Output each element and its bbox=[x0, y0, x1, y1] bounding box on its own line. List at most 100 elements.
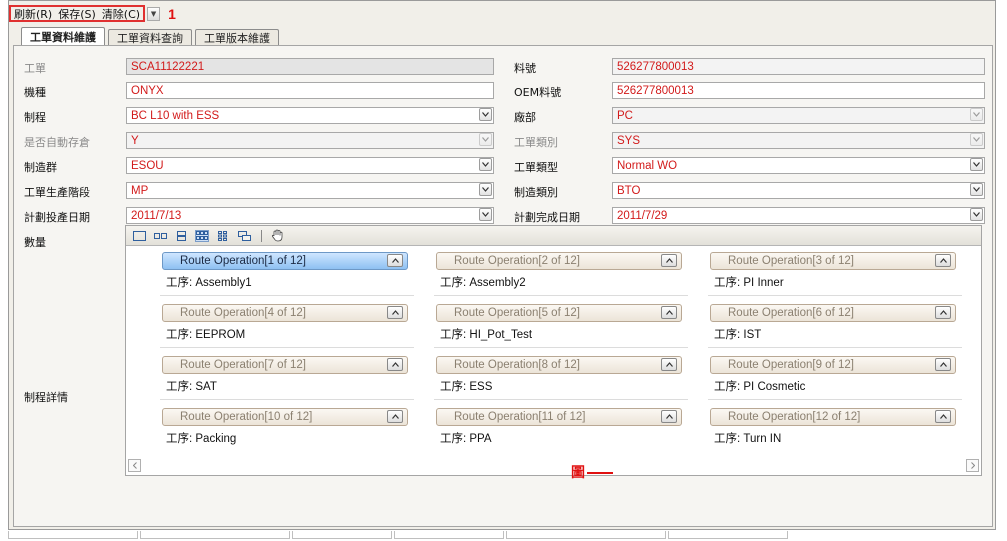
chevron-down-icon[interactable] bbox=[970, 183, 983, 196]
production-stage-select[interactable]: MP bbox=[126, 182, 494, 199]
route-operation-header[interactable]: Route Operation[8 of 12] bbox=[436, 356, 682, 374]
route-operation-header[interactable]: Route Operation[6 of 12] bbox=[710, 304, 956, 322]
route-operation-header[interactable]: Route Operation[3 of 12] bbox=[710, 252, 956, 270]
row-divider bbox=[708, 399, 962, 400]
factory-select[interactable]: PC bbox=[612, 107, 985, 124]
chevron-up-icon[interactable] bbox=[661, 306, 677, 319]
chevron-up-icon[interactable] bbox=[935, 358, 951, 371]
route-operation-header[interactable]: Route Operation[9 of 12] bbox=[710, 356, 956, 374]
route-operation-header[interactable]: Route Operation[10 of 12] bbox=[162, 408, 408, 426]
layout-grid-icon[interactable] bbox=[195, 229, 209, 242]
route-operation-card[interactable]: Route Operation[3 of 12] 工序: PI Inner bbox=[700, 247, 972, 299]
chevron-up-icon[interactable] bbox=[387, 306, 403, 319]
route-operation-card[interactable]: Route Operation[7 of 12] 工序: SAT bbox=[152, 351, 424, 403]
mfg-category-select[interactable]: BTO bbox=[612, 182, 985, 199]
route-operation-process: 工序: Packing bbox=[166, 433, 237, 445]
row-divider bbox=[160, 295, 414, 296]
route-operation-header[interactable]: Route Operation[7 of 12] bbox=[162, 356, 408, 374]
work-order-field[interactable]: SCA11122221 bbox=[126, 58, 494, 75]
route-operation-header[interactable]: Route Operation[2 of 12] bbox=[436, 252, 682, 270]
chevron-up-icon[interactable] bbox=[661, 358, 677, 371]
layout-tiles-icon[interactable] bbox=[216, 230, 230, 242]
auto-storage-label: 是否自動存倉 bbox=[24, 136, 90, 149]
horizontal-scrollbar[interactable] bbox=[128, 457, 979, 473]
route-operation-card[interactable]: Route Operation[4 of 12] 工序: EEPROM bbox=[152, 299, 424, 351]
chevron-up-icon[interactable] bbox=[661, 254, 677, 267]
route-operation-process: 工序: HI_Pot_Test bbox=[440, 329, 533, 341]
layout-two-columns-icon[interactable] bbox=[153, 230, 167, 242]
row-divider bbox=[160, 347, 414, 348]
scroll-left-button[interactable] bbox=[128, 458, 141, 472]
factory-value: PC bbox=[612, 107, 985, 124]
toolbar-overflow-button[interactable]: ▼ bbox=[147, 6, 161, 21]
route-operation-header[interactable]: Route Operation[11 of 12] bbox=[436, 408, 682, 426]
chevron-down-icon[interactable] bbox=[970, 158, 983, 171]
production-stage-label: 工單生產階段 bbox=[24, 186, 90, 199]
layout-single-icon[interactable] bbox=[132, 230, 146, 242]
oem-part-no-field[interactable]: 526277800013 bbox=[612, 82, 985, 99]
process-select[interactable]: BC L10 with ESS bbox=[126, 107, 494, 124]
layout-cascade-icon[interactable] bbox=[237, 230, 251, 242]
status-segment bbox=[292, 531, 392, 539]
route-operation-card[interactable]: Route Operation[10 of 12] 工序: Packing bbox=[152, 403, 424, 455]
route-operation-card[interactable]: Route Operation[1 of 12] 工序: Assembly1 bbox=[152, 247, 424, 299]
chevron-up-icon[interactable] bbox=[387, 410, 403, 423]
route-operation-card[interactable]: Route Operation[9 of 12] 工序: PI Cosmetic bbox=[700, 351, 972, 403]
chevron-up-icon[interactable] bbox=[387, 254, 403, 267]
plan-start-date-picker[interactable]: 2011/7/13 bbox=[126, 207, 494, 224]
route-operation-card[interactable]: Route Operation[12 of 12] 工序: Turn IN bbox=[700, 403, 972, 455]
process-label: 制程 bbox=[24, 111, 46, 124]
figure-caption: 圖 bbox=[571, 462, 613, 482]
chevron-up-icon[interactable] bbox=[935, 410, 951, 423]
part-no-field[interactable]: 526277800013 bbox=[612, 58, 985, 75]
auto-storage-select[interactable]: Y bbox=[126, 132, 494, 149]
route-operation-header[interactable]: Route Operation[5 of 12] bbox=[436, 304, 682, 322]
chevron-down-icon[interactable] bbox=[970, 208, 983, 221]
figure-caption-text: 圖 bbox=[571, 465, 585, 481]
route-operation-card[interactable]: Route Operation[11 of 12] 工序: PPA bbox=[426, 403, 698, 455]
chevron-up-icon[interactable] bbox=[935, 306, 951, 319]
refresh-button[interactable]: 刷新(R) bbox=[14, 6, 52, 22]
route-operation-process: 工序: PPA bbox=[440, 433, 492, 445]
plan-finish-date-picker[interactable]: 2011/7/29 bbox=[612, 207, 985, 224]
save-button[interactable]: 保存(S) bbox=[58, 6, 96, 22]
row-divider bbox=[434, 347, 688, 348]
chevron-down-icon[interactable] bbox=[479, 183, 492, 196]
scroll-right-button[interactable] bbox=[966, 458, 979, 472]
route-operation-header[interactable]: Route Operation[1 of 12] bbox=[162, 252, 408, 270]
wo-type-select[interactable]: Normal WO bbox=[612, 157, 985, 174]
chevron-up-icon[interactable] bbox=[661, 410, 677, 423]
plan-start-date-label: 計劃投產日期 bbox=[24, 211, 90, 224]
wo-category-value: SYS bbox=[612, 132, 985, 149]
chevron-up-icon[interactable] bbox=[387, 358, 403, 371]
route-operation-card[interactable]: Route Operation[2 of 12] 工序: Assembly2 bbox=[426, 247, 698, 299]
route-operation-card[interactable]: Route Operation[6 of 12] 工序: IST bbox=[700, 299, 972, 351]
chevron-up-icon[interactable] bbox=[935, 254, 951, 267]
route-operation-header[interactable]: Route Operation[4 of 12] bbox=[162, 304, 408, 322]
model-field[interactable]: ONYX bbox=[126, 82, 494, 99]
toolbar-separator bbox=[261, 229, 262, 242]
layout-two-rows-icon[interactable] bbox=[174, 230, 188, 242]
route-operation-title: Route Operation[3 of 12] bbox=[728, 255, 854, 267]
clear-button[interactable]: 清除(C) bbox=[102, 6, 140, 22]
chevron-down-icon[interactable] bbox=[479, 208, 492, 221]
mfg-category-label: 制造類別 bbox=[514, 186, 558, 199]
tab-work-order-query[interactable]: 工單資料查詢 bbox=[108, 29, 192, 46]
mfg-group-select[interactable]: ESOU bbox=[126, 157, 494, 174]
tab-work-order-maintenance[interactable]: 工單資料維護 bbox=[21, 27, 105, 46]
route-operation-title: Route Operation[12 of 12] bbox=[728, 411, 861, 423]
chevron-down-icon[interactable] bbox=[479, 108, 492, 121]
status-bar bbox=[8, 531, 996, 541]
wo-category-select[interactable]: SYS bbox=[612, 132, 985, 149]
annotation-marker: 1 bbox=[168, 5, 176, 22]
route-operation-title: Route Operation[9 of 12] bbox=[728, 359, 854, 371]
tab-work-order-version[interactable]: 工單版本維護 bbox=[195, 29, 279, 46]
route-operation-card[interactable]: Route Operation[8 of 12] 工序: ESS bbox=[426, 351, 698, 403]
route-operation-header[interactable]: Route Operation[12 of 12] bbox=[710, 408, 956, 426]
plan-finish-date-label: 計劃完成日期 bbox=[514, 211, 580, 224]
chevron-down-icon[interactable] bbox=[479, 158, 492, 171]
route-toolbar bbox=[126, 226, 981, 246]
hand-pan-icon[interactable] bbox=[270, 229, 284, 242]
route-operation-card[interactable]: Route Operation[5 of 12] 工序: HI_Pot_Test bbox=[426, 299, 698, 351]
route-operation-process: 工序: SAT bbox=[166, 381, 217, 393]
